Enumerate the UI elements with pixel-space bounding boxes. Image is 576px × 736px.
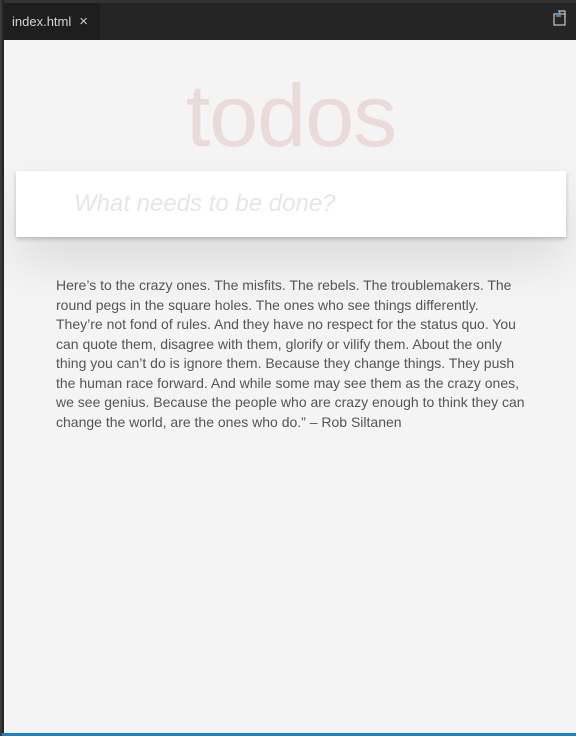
app-title: todos bbox=[185, 66, 397, 165]
preview-pane: todos Here’s to the crazy ones. The misf… bbox=[4, 40, 576, 733]
tab-bar: index.html × bbox=[4, 0, 576, 40]
tab-label: index.html bbox=[12, 14, 72, 29]
open-preview-icon[interactable] bbox=[552, 10, 568, 26]
quote-text: Here’s to the crazy ones. The misfits. T… bbox=[56, 277, 525, 430]
new-todo-input[interactable] bbox=[16, 171, 566, 237]
editor-window: index.html × todos Here’s to the crazy o… bbox=[0, 0, 576, 736]
close-icon[interactable]: × bbox=[79, 13, 88, 30]
tab-index-html[interactable]: index.html × bbox=[4, 3, 100, 40]
